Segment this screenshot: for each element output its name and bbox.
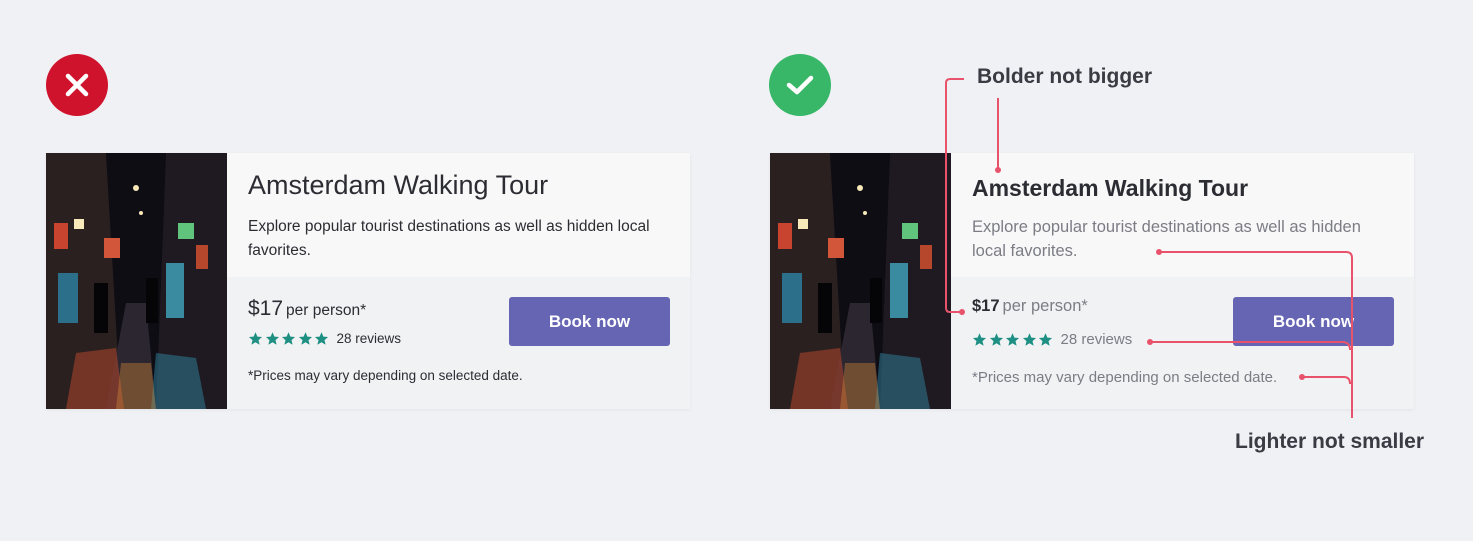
card-title: Amsterdam Walking Tour <box>972 175 1249 201</box>
price-suffix: per person* <box>1002 297 1088 315</box>
price-note: *Prices may vary depending on selected d… <box>248 368 523 383</box>
star-icon <box>248 332 263 345</box>
rating: 28 reviews <box>248 331 401 346</box>
tour-card-good: Amsterdam Walking Tour Explore popular t… <box>770 153 1414 409</box>
card-description: Explore popular tourist destinations as … <box>972 218 1361 260</box>
annotation-lighter: Lighter not smaller <box>1235 430 1425 453</box>
star-icon <box>1022 333 1036 346</box>
tour-card-bad: Amsterdam Walking Tour Explore popular t… <box>46 153 690 409</box>
price-note: *Prices may vary depending on selected d… <box>972 369 1278 386</box>
check-icon <box>786 75 814 95</box>
rating: 28 reviews <box>972 331 1132 348</box>
book-now-button[interactable]: Book now <box>1233 297 1394 346</box>
price-line: $17 per person* <box>248 297 366 321</box>
card-description: Explore popular tourist destinations as … <box>248 218 650 259</box>
star-icon <box>314 332 329 345</box>
x-icon <box>65 73 89 97</box>
star-icon <box>972 333 987 346</box>
price-suffix: per person* <box>286 302 367 319</box>
tour-photo <box>770 153 951 409</box>
book-now-button[interactable]: Book now <box>509 297 670 346</box>
star-icon <box>265 332 279 345</box>
tour-photo <box>46 153 227 409</box>
star-icon <box>298 332 312 345</box>
price-line: $17 per person* <box>972 297 1088 316</box>
star-icon <box>989 333 1003 346</box>
price-amount: $17 <box>972 297 1000 315</box>
good-example-badge <box>769 54 831 116</box>
bad-example-badge <box>46 54 108 116</box>
star-icon <box>1005 333 1020 346</box>
star-icon <box>1038 333 1053 346</box>
annotation-bolder: Bolder not bigger <box>977 65 1152 88</box>
review-count[interactable]: 28 reviews <box>1061 331 1133 348</box>
review-count[interactable]: 28 reviews <box>337 331 402 346</box>
card-title: Amsterdam Walking Tour <box>248 170 549 200</box>
star-icon <box>281 332 296 345</box>
price-amount: $17 <box>248 297 284 320</box>
